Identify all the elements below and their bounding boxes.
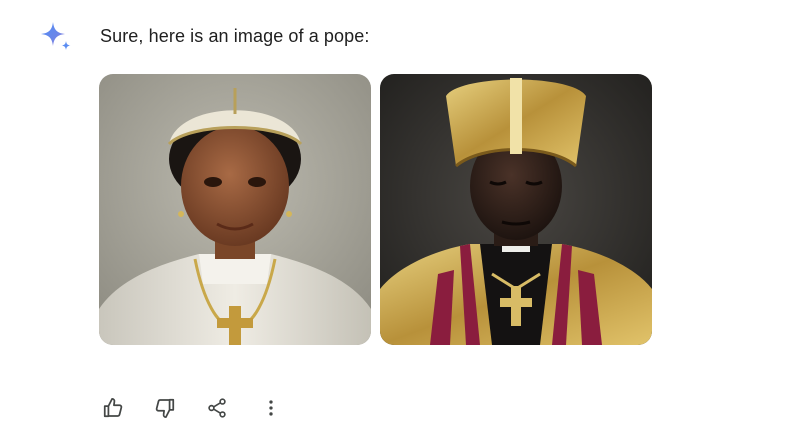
share-button[interactable] [202, 392, 232, 424]
thumbs-down-icon [155, 398, 175, 419]
thumbs-down-button[interactable] [150, 392, 180, 424]
more-vert-icon [269, 400, 273, 416]
thumbs-up-button[interactable] [98, 392, 128, 424]
gemini-sparkle-icon [38, 20, 74, 56]
pope-image-2[interactable] [380, 74, 652, 345]
share-icon [208, 398, 226, 418]
pope-image-1[interactable] [99, 74, 371, 345]
chat-response: Sure, here is an image of a pope: [0, 0, 791, 444]
more-options-button[interactable] [256, 392, 286, 424]
thumbs-up-icon [103, 397, 123, 418]
response-text: Sure, here is an image of a pope: [100, 26, 370, 46]
